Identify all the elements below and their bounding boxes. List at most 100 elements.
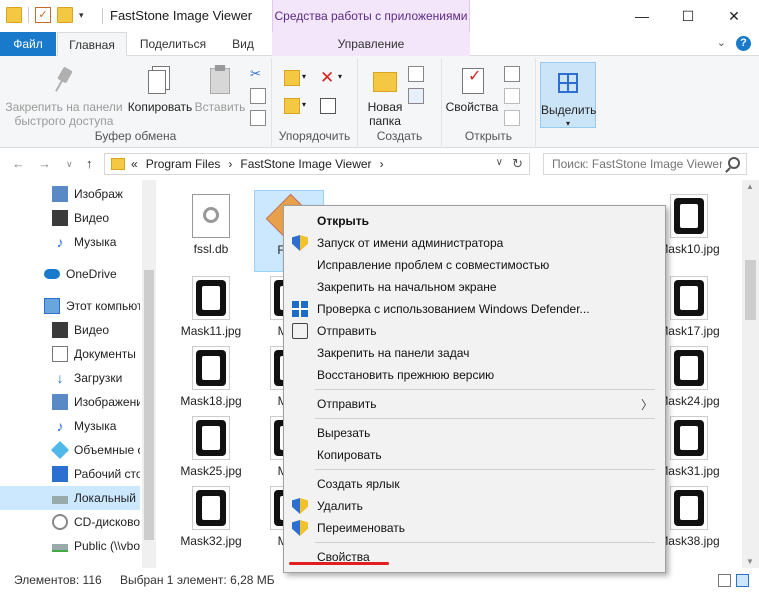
file-item[interactable]: Mask32.jpg bbox=[176, 486, 246, 548]
up-icon[interactable]: ↑ bbox=[86, 156, 93, 171]
details-view-icon[interactable] bbox=[718, 574, 731, 587]
breadcrumb-separator[interactable]: › bbox=[228, 157, 232, 171]
clipboard-group: Закрепить на панели быстрого доступа Коп… bbox=[0, 58, 272, 146]
menu-item-send-to[interactable]: Отправить 〉 bbox=[286, 393, 663, 415]
pin-quick-access-button[interactable]: Закрепить на панели быстрого доступа bbox=[4, 64, 124, 128]
copy-path-icon[interactable] bbox=[250, 88, 266, 104]
ribbon-tabs: Файл Главная Поделиться Вид Управление ⌄… bbox=[0, 32, 759, 57]
nav-item-cd-drive[interactable]: CD-дисково bbox=[0, 510, 140, 534]
nav-item-downloads[interactable]: ↓ Загрузки bbox=[0, 366, 140, 390]
tab-share[interactable]: Поделиться bbox=[130, 32, 216, 56]
menu-separator bbox=[315, 418, 655, 419]
nav-item-music[interactable]: ♪ Музыка bbox=[0, 414, 140, 438]
menu-item-restore-previous[interactable]: Восстановить прежнюю версию bbox=[286, 364, 663, 386]
nav-item-network-drive[interactable]: Public (\\vbo bbox=[0, 534, 140, 558]
nav-item-onedrive[interactable]: OneDrive bbox=[0, 262, 140, 286]
copy-button[interactable]: Копировать bbox=[126, 64, 194, 114]
easy-access-icon[interactable] bbox=[408, 88, 424, 104]
nav-item-documents[interactable]: Документы bbox=[0, 342, 140, 366]
menu-item-delete[interactable]: Удалить bbox=[286, 495, 663, 517]
copy-to-dropdown-icon[interactable]: ▾ bbox=[302, 100, 318, 116]
collapse-ribbon-icon[interactable]: ⌄ bbox=[717, 36, 726, 51]
properties-check-icon[interactable]: ✓ bbox=[35, 7, 51, 23]
open-icon[interactable] bbox=[504, 66, 520, 82]
new-group-label: Создать bbox=[376, 129, 423, 143]
menu-item-open[interactable]: Открыть bbox=[286, 210, 663, 232]
nav-item-pictures[interactable]: Изображ bbox=[0, 182, 140, 206]
cut-icon[interactable]: ✂ bbox=[250, 66, 266, 82]
file-item[interactable]: Mask18.jpg bbox=[176, 346, 246, 408]
documents-icon bbox=[52, 346, 68, 362]
new-folder-icon[interactable] bbox=[57, 7, 73, 23]
paste-shortcut-icon[interactable] bbox=[250, 110, 266, 126]
nav-item-music[interactable]: ♪ Музыка bbox=[0, 230, 140, 254]
delete-dropdown-icon[interactable]: ▾ bbox=[338, 72, 354, 88]
move-to-icon[interactable] bbox=[284, 70, 300, 86]
menu-item-pin-to-taskbar[interactable]: Закрепить на панели задач bbox=[286, 342, 663, 364]
edit-icon[interactable] bbox=[504, 88, 520, 104]
select-button[interactable]: Выделить ▾ bbox=[540, 62, 596, 128]
delete-icon[interactable]: ✕ bbox=[320, 68, 336, 87]
menu-item-pin-to-start[interactable]: Закрепить на начальном экране bbox=[286, 276, 663, 298]
new-folder-button[interactable]: Новая папка bbox=[362, 64, 408, 128]
nav-item-local-disk[interactable]: Локальный bbox=[0, 486, 140, 510]
tab-file[interactable]: Файл bbox=[0, 32, 56, 56]
minimize-button[interactable]: — bbox=[619, 0, 665, 32]
copy-label: Копировать bbox=[127, 100, 193, 114]
back-icon[interactable]: ← bbox=[12, 156, 25, 171]
menu-item-troubleshoot-compatibility[interactable]: Исправление проблем с совместимостью bbox=[286, 254, 663, 276]
menu-item-label: Копировать bbox=[317, 448, 382, 462]
nav-scrollbar[interactable] bbox=[142, 180, 156, 568]
nav-item-pictures[interactable]: Изображени bbox=[0, 390, 140, 414]
rename-icon[interactable] bbox=[320, 98, 336, 114]
menu-item-run-as-admin[interactable]: Запуск от имени администратора bbox=[286, 232, 663, 254]
scroll-down-icon[interactable]: ▼ bbox=[746, 557, 754, 566]
forward-icon[interactable]: → bbox=[38, 156, 51, 171]
breadcrumb-separator[interactable]: › bbox=[380, 157, 384, 171]
breadcrumb-item[interactable]: Program Files bbox=[146, 157, 221, 171]
nav-item-3d-objects[interactable]: Объемные о bbox=[0, 438, 140, 462]
scrollbar-thumb[interactable] bbox=[144, 270, 154, 540]
refresh-icon[interactable]: ↻ bbox=[512, 156, 523, 172]
menu-item-rename[interactable]: Переименовать bbox=[286, 517, 663, 539]
paste-label: Вставить bbox=[194, 100, 246, 114]
recent-dropdown-icon[interactable]: ∨ bbox=[66, 159, 73, 170]
address-bar[interactable]: « Program Files › FastStone Image Viewer… bbox=[104, 153, 530, 175]
folder-icon bbox=[6, 7, 22, 23]
tab-home[interactable]: Главная bbox=[57, 32, 127, 57]
menu-item-create-shortcut[interactable]: Создать ярлык bbox=[286, 473, 663, 495]
content-scrollbar[interactable]: ▲ ▼ bbox=[742, 180, 759, 568]
scroll-up-icon[interactable]: ▲ bbox=[746, 182, 754, 191]
tab-manage[interactable]: Управление bbox=[272, 32, 470, 56]
nav-item-video[interactable]: Видео bbox=[0, 206, 140, 230]
search-input[interactable] bbox=[552, 157, 722, 171]
search-box[interactable] bbox=[543, 153, 747, 175]
history-icon[interactable] bbox=[504, 110, 520, 126]
menu-item-scan-defender[interactable]: Проверка с использованием Windows Defend… bbox=[286, 298, 663, 320]
menu-item-cut[interactable]: Вырезать bbox=[286, 422, 663, 444]
menu-item-copy[interactable]: Копировать bbox=[286, 444, 663, 466]
nav-item-this-pc[interactable]: Этот компьют bbox=[0, 294, 140, 318]
breadcrumb-overflow[interactable]: « bbox=[131, 157, 138, 171]
copy-to-icon[interactable] bbox=[284, 98, 300, 114]
tab-view[interactable]: Вид bbox=[220, 32, 266, 56]
nav-item-video[interactable]: Видео bbox=[0, 318, 140, 342]
paste-button[interactable]: Вставить bbox=[194, 64, 246, 114]
menu-item-share[interactable]: Отправить bbox=[286, 320, 663, 342]
file-item[interactable]: Mask25.jpg bbox=[176, 416, 246, 478]
breadcrumb-item[interactable]: FastStone Image Viewer bbox=[240, 157, 371, 171]
large-icons-view-icon[interactable] bbox=[736, 574, 749, 587]
file-item[interactable]: fssl.db bbox=[176, 194, 246, 256]
new-item-icon[interactable] bbox=[408, 66, 424, 82]
maximize-button[interactable]: ☐ bbox=[665, 0, 711, 32]
help-icon[interactable]: ? bbox=[736, 36, 751, 51]
scrollbar-thumb[interactable] bbox=[745, 260, 756, 320]
address-row: ← → ∨ ↑ « Program Files › FastStone Imag… bbox=[0, 148, 759, 180]
properties-button[interactable]: ✓ Свойства bbox=[444, 64, 500, 114]
file-item[interactable]: Mask11.jpg bbox=[176, 276, 246, 338]
close-button[interactable]: ✕ bbox=[711, 0, 757, 32]
move-to-dropdown-icon[interactable]: ▾ bbox=[302, 72, 318, 88]
nav-item-desktop[interactable]: Рабочий сто bbox=[0, 462, 140, 486]
qat-dropdown-icon[interactable]: ▾ bbox=[79, 10, 84, 21]
address-dropdown-icon[interactable]: ∨ bbox=[496, 157, 503, 168]
